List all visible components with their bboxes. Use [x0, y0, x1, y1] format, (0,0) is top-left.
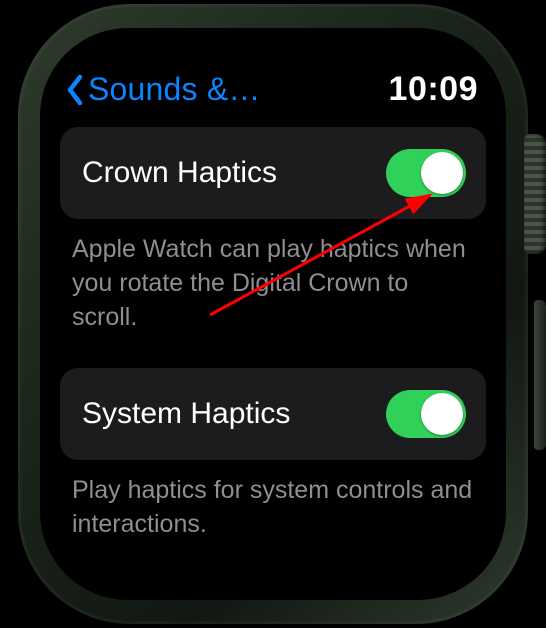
crown-haptics-row[interactable]: Crown Haptics: [60, 127, 486, 219]
toggle-knob: [421, 393, 463, 435]
chevron-left-icon: [64, 73, 86, 107]
system-haptics-label: System Haptics: [82, 397, 290, 431]
watch-screen: Sounds &… 10:09 Crown Haptics Apple Watc…: [40, 28, 506, 600]
system-haptics-toggle[interactable]: [386, 390, 466, 438]
back-title: Sounds &…: [88, 71, 261, 108]
back-button[interactable]: Sounds &…: [64, 71, 261, 108]
system-haptics-row[interactable]: System Haptics: [60, 368, 486, 460]
toggle-knob: [421, 152, 463, 194]
crown-haptics-footer: Apple Watch can play hap­tics when you r…: [60, 219, 486, 362]
digital-crown[interactable]: [524, 134, 546, 254]
crown-haptics-label: Crown Haptics: [82, 156, 277, 190]
side-button[interactable]: [534, 300, 546, 450]
crown-haptics-toggle[interactable]: [386, 149, 466, 197]
clock-time: 10:09: [389, 70, 478, 109]
system-haptics-footer: Play haptics for system controls and int…: [60, 460, 486, 570]
status-bar: Sounds &… 10:09: [60, 70, 486, 127]
